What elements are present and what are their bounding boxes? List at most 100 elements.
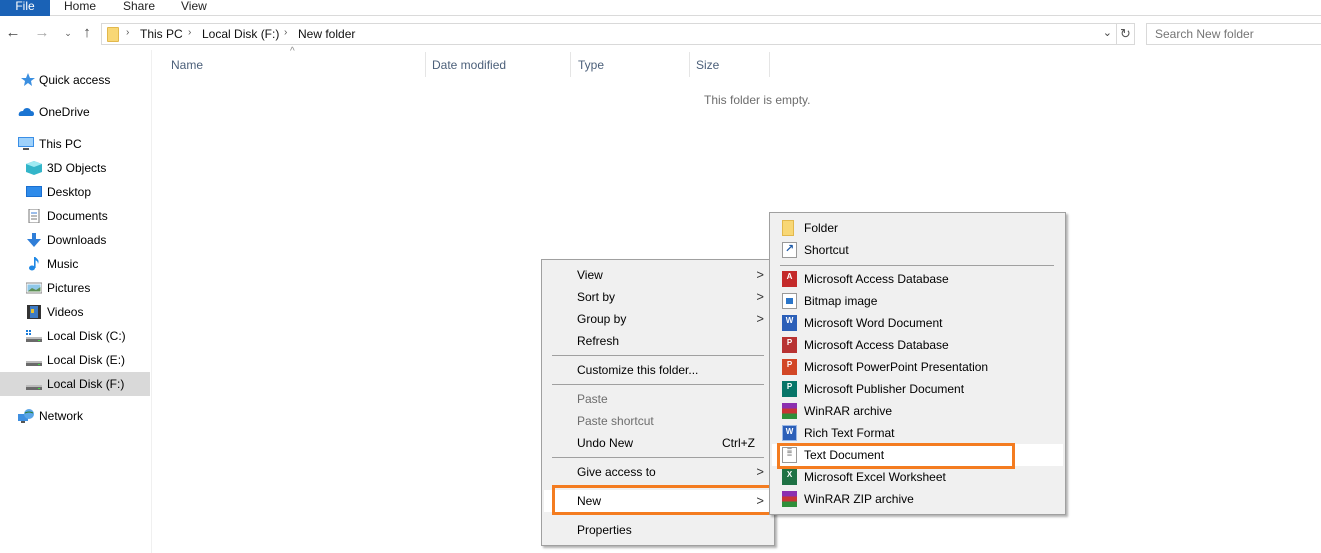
menu-label: Give access to: [577, 465, 656, 479]
star-icon: [21, 73, 35, 86]
column-divider[interactable]: [769, 52, 770, 77]
search-input[interactable]: [1146, 23, 1321, 45]
tab-home[interactable]: Home: [64, 0, 96, 16]
column-header-date-modified[interactable]: Date modified: [432, 58, 506, 72]
sidebar-item-onedrive[interactable]: OneDrive: [0, 100, 150, 124]
menu-label: Refresh: [577, 334, 620, 348]
rtf-icon: W: [782, 425, 797, 441]
menu-item-paste: Paste: [544, 388, 772, 410]
breadcrumb-separator[interactable]: ›: [126, 27, 129, 38]
submenu-item-publisher[interactable]: P Microsoft Publisher Document: [772, 378, 1063, 400]
monitor-icon: [18, 137, 34, 150]
sidebar-item-this-pc[interactable]: This PC: [0, 132, 150, 156]
sidebar-label: OneDrive: [39, 105, 90, 119]
column-header-type[interactable]: Type: [578, 58, 604, 72]
winrar-icon: [782, 491, 797, 507]
menu-item-group-by[interactable]: Group by >: [544, 308, 772, 330]
recent-locations-button[interactable]: ⌄: [59, 24, 77, 42]
desktop-icon: [26, 186, 42, 197]
submenu-item-shortcut[interactable]: ↗ Shortcut: [772, 239, 1063, 261]
column-header-size[interactable]: Size: [696, 58, 719, 72]
menu-label: Paste shortcut: [577, 414, 654, 428]
sidebar-item-pictures[interactable]: Pictures: [0, 276, 150, 300]
address-dropdown-icon[interactable]: ⌄: [1103, 26, 1112, 39]
submenu-item-access-database-2[interactable]: P Microsoft Access Database: [772, 334, 1063, 356]
submenu-item-winrar-zip[interactable]: WinRAR ZIP archive: [772, 488, 1063, 510]
menu-item-undo-new[interactable]: Undo New Ctrl+Z: [544, 432, 772, 454]
menu-item-customize-folder[interactable]: Customize this folder...: [544, 359, 772, 381]
back-button[interactable]: ←: [4, 24, 22, 42]
powerpoint-icon: P: [782, 359, 797, 375]
menu-separator: [780, 265, 1054, 266]
menu-separator: [552, 384, 764, 385]
network-icon: [18, 409, 34, 423]
menu-item-paste-shortcut: Paste shortcut: [544, 410, 772, 432]
sidebar-item-quick-access[interactable]: Quick access: [0, 68, 150, 92]
menu-item-give-access[interactable]: Give access to >: [544, 461, 772, 483]
cube-icon: [26, 161, 42, 175]
sidebar-item-local-disk-f[interactable]: Local Disk (F:): [0, 372, 150, 396]
sort-ascending-icon: ^: [290, 46, 295, 57]
submenu-item-folder[interactable]: Folder: [772, 217, 1063, 239]
column-divider[interactable]: [689, 52, 690, 77]
menu-label: Sort by: [577, 290, 616, 304]
refresh-icon: ↻: [1120, 26, 1131, 41]
document-icon: [28, 209, 40, 223]
breadcrumb-separator[interactable]: ›: [188, 27, 191, 38]
column-divider[interactable]: [570, 52, 571, 77]
submenu-item-powerpoint[interactable]: P Microsoft PowerPoint Presentation: [772, 356, 1063, 378]
breadcrumb-this-pc[interactable]: This PC: [140, 27, 183, 41]
sidebar-item-network[interactable]: Network: [0, 404, 150, 428]
sidebar-label: This PC: [39, 137, 82, 151]
address-bar[interactable]: › This PC › Local Disk (F:) › New folder…: [101, 23, 1117, 45]
breadcrumb-separator[interactable]: ›: [284, 27, 287, 38]
submenu-item-winrar[interactable]: WinRAR archive: [772, 400, 1063, 422]
forward-button[interactable]: →: [33, 24, 51, 42]
sidebar-label: Music: [47, 257, 79, 271]
sidebar-label: Network: [39, 409, 84, 423]
refresh-button[interactable]: ↻: [1117, 23, 1135, 45]
breadcrumb-local-disk-f[interactable]: Local Disk (F:): [202, 27, 279, 41]
tab-view[interactable]: View: [181, 0, 207, 16]
submenu-item-rich-text[interactable]: W Rich Text Format: [772, 422, 1063, 444]
submenu-item-word-document[interactable]: W Microsoft Word Document: [772, 312, 1063, 334]
sidebar-item-downloads[interactable]: Downloads: [0, 228, 150, 252]
word-icon: W: [782, 315, 797, 331]
publisher-icon: P: [782, 381, 797, 397]
column-header-name[interactable]: Name: [171, 58, 203, 72]
cloud-icon: [18, 108, 34, 116]
highlight-text-document: [777, 443, 1015, 469]
submenu-item-excel[interactable]: X Microsoft Excel Worksheet: [772, 466, 1063, 488]
sidebar-item-local-disk-e[interactable]: Local Disk (E:): [0, 348, 150, 372]
drive-icon: [26, 361, 42, 366]
column-divider[interactable]: [425, 52, 426, 77]
music-note-icon: [29, 257, 39, 271]
sidebar-item-documents[interactable]: Documents: [0, 204, 150, 228]
sidebar-item-music[interactable]: Music: [0, 252, 150, 276]
up-button[interactable]: ↑: [78, 24, 96, 42]
sidebar-item-videos[interactable]: Videos: [0, 300, 150, 324]
menu-item-view[interactable]: View >: [544, 264, 772, 286]
access-icon: P: [782, 337, 797, 353]
sidebar-item-desktop[interactable]: Desktop: [0, 180, 150, 204]
sidebar-label: Local Disk (F:): [47, 377, 125, 391]
tab-file[interactable]: File: [0, 0, 50, 16]
menu-item-properties[interactable]: Properties: [544, 519, 772, 541]
menu-label: Shortcut: [804, 243, 849, 257]
download-icon: [27, 233, 41, 247]
sidebar-item-3d-objects[interactable]: 3D Objects: [0, 156, 150, 180]
menu-item-refresh[interactable]: Refresh: [544, 330, 772, 352]
submenu-item-access-database[interactable]: A Microsoft Access Database: [772, 268, 1063, 290]
navigation-pane: Quick access OneDrive This PC 3D Objects…: [0, 50, 152, 553]
film-icon: [27, 305, 41, 319]
submenu-item-bitmap[interactable]: Bitmap image: [772, 290, 1063, 312]
sidebar-item-local-disk-c[interactable]: Local Disk (C:): [0, 324, 150, 348]
breadcrumb-new-folder[interactable]: New folder: [298, 27, 355, 41]
menu-label: Microsoft PowerPoint Presentation: [804, 360, 989, 374]
menu-item-sort-by[interactable]: Sort by >: [544, 286, 772, 308]
tab-share[interactable]: Share: [123, 0, 155, 16]
chevron-down-icon: ⌄: [64, 28, 72, 38]
folder-icon: [782, 220, 794, 236]
menu-label: Microsoft Word Document: [804, 316, 943, 330]
sidebar-label: Local Disk (C:): [47, 329, 126, 343]
